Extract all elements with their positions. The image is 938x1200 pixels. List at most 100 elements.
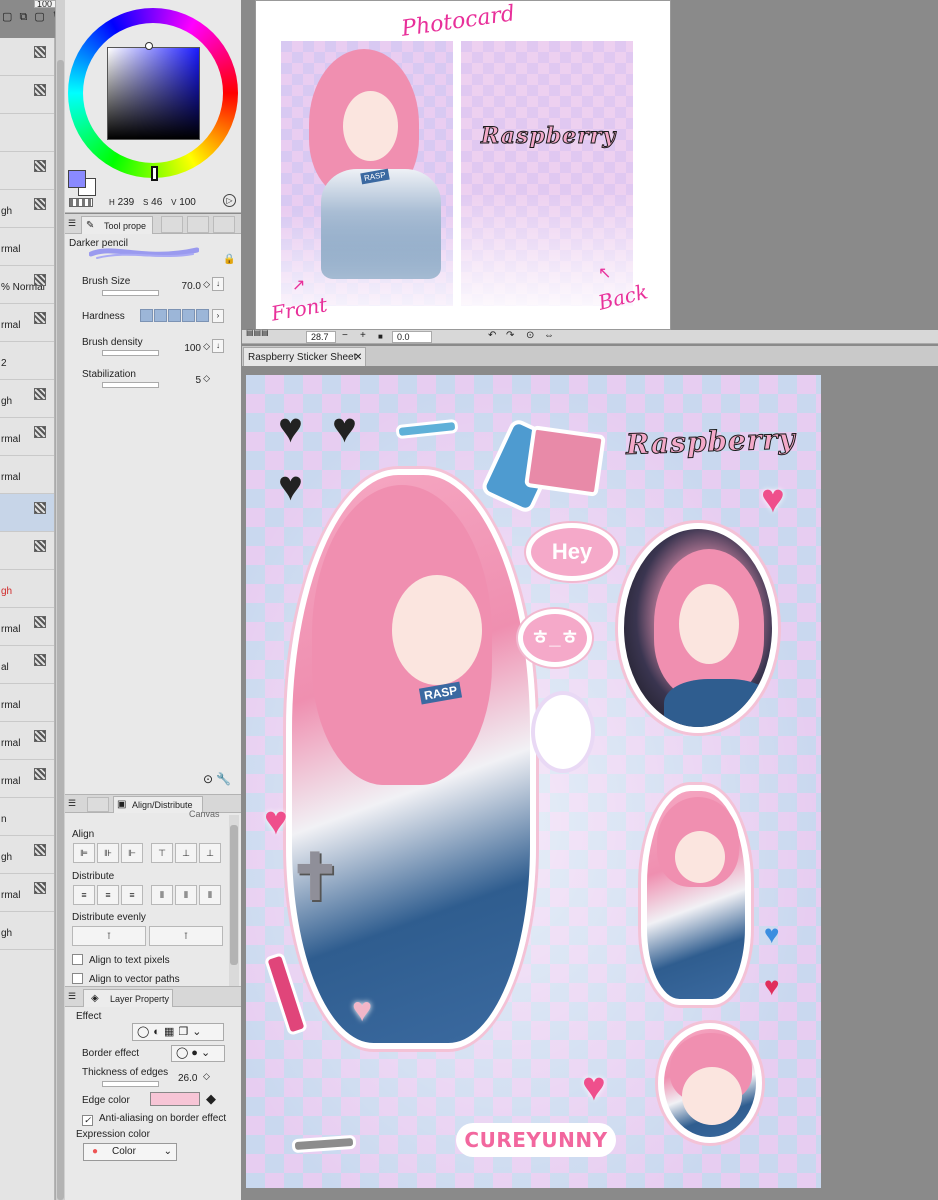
- edge-color-swatch[interactable]: [150, 1092, 200, 1106]
- layer-row[interactable]: [0, 114, 54, 152]
- distribute-top-button[interactable]: ≡: [73, 885, 95, 905]
- hue-marker[interactable]: [151, 166, 158, 181]
- thickness-bar[interactable]: [102, 1081, 159, 1087]
- photocard-canvas[interactable]: RASP Raspberry Photocard Front Back ↗ ↖: [255, 0, 671, 330]
- layer-mask-icon[interactable]: [34, 616, 46, 628]
- layer-mask-icon[interactable]: [34, 730, 46, 742]
- layer-row[interactable]: [0, 152, 54, 190]
- tool-settings-icons[interactable]: ⊙ 🔧: [203, 772, 231, 786]
- distribute-evenly-vertical-button[interactable]: ⊺: [72, 926, 146, 946]
- layer-mask-icon[interactable]: [34, 388, 46, 400]
- panel-menu-icon[interactable]: ☰: [68, 798, 76, 809]
- antialias-checkbox[interactable]: ✓ Anti-aliasing on border effect: [82, 1113, 226, 1126]
- close-icon[interactable]: ✕: [354, 352, 362, 363]
- layer-row[interactable]: gh: [0, 570, 54, 608]
- layer-mask-icon[interactable]: [34, 46, 46, 58]
- panel-menu-icon[interactable]: ☰: [68, 991, 76, 1002]
- saturation-value-square[interactable]: [107, 47, 200, 140]
- layer-row[interactable]: rmal: [0, 304, 54, 342]
- layer-row[interactable]: gh: [0, 836, 54, 874]
- panel-menu-icon[interactable]: ☰: [68, 218, 76, 229]
- layer-scrollbar[interactable]: [55, 0, 65, 1200]
- layer-mask-icon[interactable]: [34, 312, 46, 324]
- align-middle-button[interactable]: ⊥: [175, 843, 197, 863]
- tab-raspberry-sticker-sheet[interactable]: Raspberry Sticker Sheet ✕: [243, 347, 366, 366]
- align-right-button[interactable]: ⊩: [121, 843, 143, 863]
- flip-button[interactable]: ⇔: [544, 330, 554, 341]
- stabilization-bar[interactable]: [102, 382, 159, 388]
- brush-density-bar[interactable]: [102, 350, 159, 356]
- tab-layer-search[interactable]: [87, 797, 109, 812]
- zoom-in-button[interactable]: +: [360, 330, 366, 341]
- sv-marker[interactable]: [145, 42, 153, 50]
- align-top-button[interactable]: ⊤: [151, 843, 173, 863]
- layer-mask-icon[interactable]: [34, 84, 46, 96]
- layer-row[interactable]: gh: [0, 912, 54, 950]
- stabilization-value[interactable]: 5: [195, 375, 201, 386]
- zoom-out-button[interactable]: −: [342, 330, 348, 341]
- layer-row[interactable]: rmal: [0, 608, 54, 646]
- layer-mask-icon[interactable]: [34, 274, 46, 286]
- layer-row[interactable]: n: [0, 798, 54, 836]
- layer-row[interactable]: [0, 532, 54, 570]
- sticker-sheet-canvas[interactable]: ♥ ♥ ♥ Raspberry ♥ RASP Hey ㅎ_ㅎ ♥ ✝ ♥ ♥ ♥…: [246, 375, 821, 1188]
- fit-button[interactable]: ■: [378, 332, 383, 341]
- layer-row[interactable]: rmal: [0, 228, 54, 266]
- layer-mask-icon[interactable]: [34, 540, 46, 552]
- reset-rotation-button[interactable]: ⊙: [526, 330, 534, 341]
- align-center-button[interactable]: ⊪: [97, 843, 119, 863]
- layer-row[interactable]: rmal: [0, 874, 54, 912]
- border-effect-buttons[interactable]: ◯●⌄: [171, 1045, 225, 1062]
- align-scrollbar[interactable]: [229, 815, 239, 987]
- layer-mask-icon[interactable]: [34, 844, 46, 856]
- layer-mask-icon[interactable]: [34, 198, 46, 210]
- main-color-swatch[interactable]: [68, 170, 86, 188]
- distribute-left-button[interactable]: ⦀: [151, 885, 173, 905]
- distribute-evenly-horizontal-button[interactable]: ⊺: [149, 926, 223, 946]
- layer-row[interactable]: 2: [0, 342, 54, 380]
- effect-buttons[interactable]: ◯◐▦❐⌄: [132, 1023, 224, 1041]
- hardness-selector[interactable]: [140, 309, 210, 323]
- rotation-field[interactable]: 0.0: [392, 331, 432, 343]
- brush-size-value[interactable]: 70.0: [182, 281, 201, 292]
- tab-layer-property[interactable]: ◈ Layer Property: [83, 989, 173, 1007]
- layer-row[interactable]: rmal: [0, 456, 54, 494]
- layer-mask-icon[interactable]: [34, 160, 46, 172]
- align-bottom-button[interactable]: ⊥: [199, 843, 221, 863]
- fill-bucket-icon[interactable]: ◆: [206, 1091, 216, 1107]
- layer-mask-icon[interactable]: [34, 426, 46, 438]
- tab-brush-shape[interactable]: [187, 216, 209, 233]
- layer-row[interactable]: rmal: [0, 418, 54, 456]
- distribute-center-button[interactable]: ⦀: [175, 885, 197, 905]
- layer-row[interactable]: gh: [0, 380, 54, 418]
- layer-row[interactable]: [0, 38, 54, 76]
- tab-other[interactable]: [213, 216, 235, 233]
- distribute-right-button[interactable]: ⦀: [199, 885, 221, 905]
- brush-density-spinner[interactable]: ◇: [203, 341, 210, 352]
- tab-tool-property[interactable]: ✎ Tool prope: [81, 216, 153, 234]
- align-vector-paths-checkbox[interactable]: Align to vector paths: [72, 973, 180, 985]
- layer-row[interactable]: rmal: [0, 684, 54, 722]
- thickness-spinner[interactable]: ◇: [203, 1071, 210, 1082]
- brush-size-bar[interactable]: [102, 290, 159, 296]
- distribute-bottom-button[interactable]: ≡: [121, 885, 143, 905]
- align-left-button[interactable]: ⊫: [73, 843, 95, 863]
- tab-sub-tool[interactable]: [161, 216, 183, 233]
- play-icon[interactable]: ▷: [223, 194, 236, 207]
- layer-row[interactable]: al: [0, 646, 54, 684]
- distribute-middle-button[interactable]: ≡: [97, 885, 119, 905]
- zoom-field[interactable]: 28.7: [306, 331, 336, 343]
- lock-icon[interactable]: 🔒: [223, 254, 235, 265]
- nav-scroll[interactable]: ▤▤▤: [246, 328, 269, 337]
- layer-row[interactable]: rmal: [0, 722, 54, 760]
- rotate-left-button[interactable]: ↶: [488, 330, 496, 341]
- stabilization-spinner[interactable]: ◇: [203, 373, 210, 384]
- layer-row[interactable]: % Normal: [0, 266, 54, 304]
- layer-row[interactable]: rmal: [0, 760, 54, 798]
- rotate-right-button[interactable]: ↷: [506, 330, 514, 341]
- brush-density-value[interactable]: 100: [184, 343, 201, 354]
- layer-row[interactable]: [0, 494, 54, 532]
- layer-mask-icon[interactable]: [34, 768, 46, 780]
- layer-mask-icon[interactable]: [34, 654, 46, 666]
- opacity-field[interactable]: 100: [34, 0, 56, 8]
